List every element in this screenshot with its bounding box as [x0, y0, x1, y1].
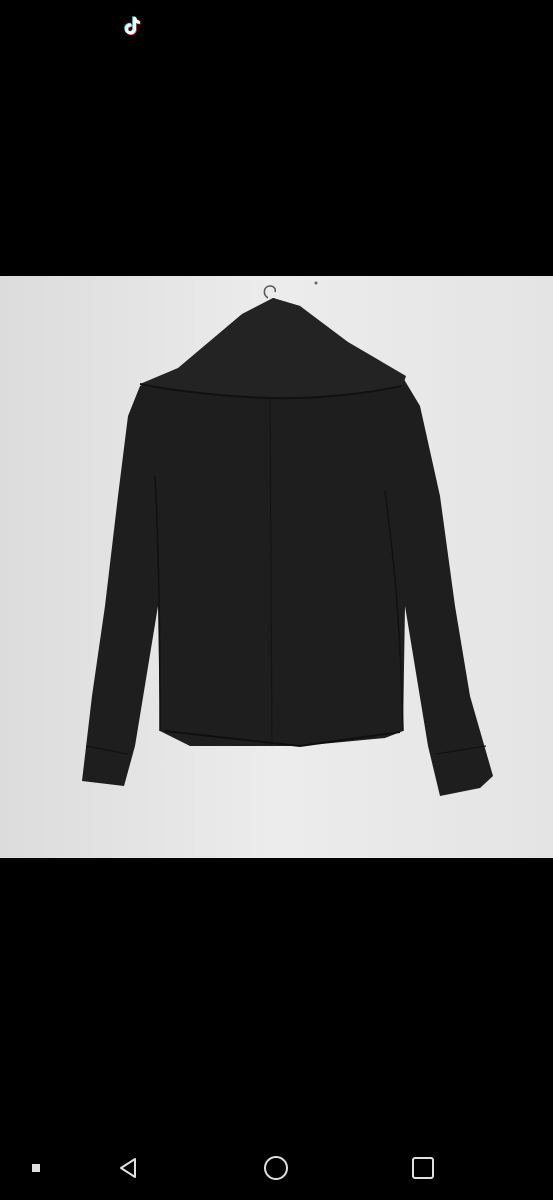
navigation-bar	[0, 1130, 553, 1200]
status-bar	[0, 0, 553, 60]
tiktok-icon[interactable]	[120, 14, 144, 38]
product-photo[interactable]	[0, 276, 553, 858]
recents-square-icon[interactable]	[405, 1150, 441, 1186]
back-triangle-icon[interactable]	[110, 1150, 146, 1186]
home-circle-icon[interactable]	[258, 1150, 294, 1186]
black-jacket-back-view	[0, 276, 553, 858]
menu-dot-icon[interactable]	[18, 1150, 54, 1186]
